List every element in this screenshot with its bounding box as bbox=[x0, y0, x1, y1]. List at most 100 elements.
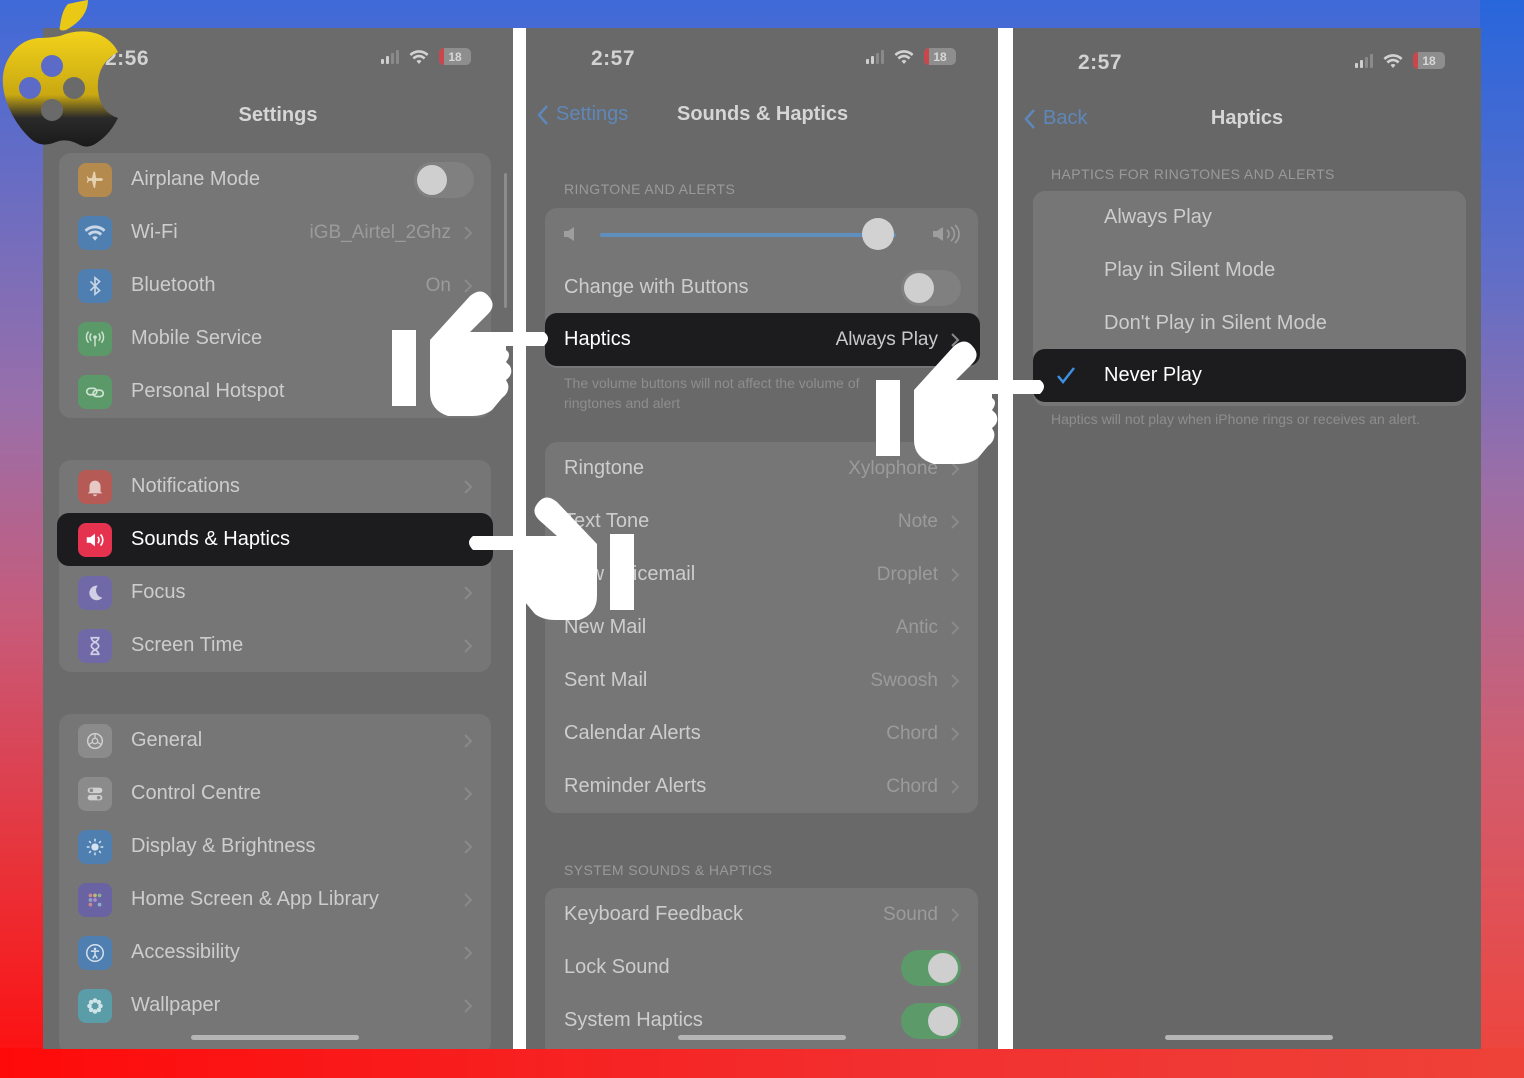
chevron-right-icon bbox=[951, 779, 960, 794]
speaker-high-icon bbox=[933, 224, 960, 244]
battery-icon: 18 bbox=[924, 48, 956, 65]
section-footer: The volume buttons will not affect the v… bbox=[564, 375, 860, 411]
battery-level: 18 bbox=[933, 49, 947, 64]
chevron-right-icon bbox=[951, 620, 960, 635]
change-with-buttons-row[interactable]: Change with Buttons bbox=[545, 261, 978, 314]
row-label: Home Screen & App Library bbox=[131, 888, 379, 910]
flower-icon bbox=[78, 988, 112, 1023]
settings-row-accessibility[interactable]: Accessibility bbox=[59, 926, 491, 979]
row-label: Control Centre bbox=[131, 782, 262, 804]
tone-row-reminder-alerts[interactable]: Reminder Alerts Chord bbox=[545, 760, 978, 813]
page-title: Haptics bbox=[1210, 107, 1284, 129]
row-label: Mobile Service bbox=[131, 327, 263, 349]
settings-row-home-screen[interactable]: Home Screen & App Library bbox=[59, 873, 491, 926]
chevron-right-icon bbox=[951, 514, 960, 529]
pointing-hand-right-icon bbox=[392, 288, 552, 418]
settings-row-screen-time[interactable]: Screen Time bbox=[59, 619, 491, 672]
chevron-right-icon bbox=[464, 638, 473, 653]
option-always-play[interactable]: Always Play bbox=[1033, 191, 1466, 244]
settings-row-wallpaper[interactable]: Wallpaper bbox=[59, 979, 491, 1032]
row-label: Display & Brightness bbox=[131, 835, 316, 857]
change-with-buttons-toggle[interactable] bbox=[901, 269, 961, 306]
row-label: Reminder Alerts bbox=[564, 775, 707, 797]
option-label: Play in Silent Mode bbox=[1104, 259, 1276, 281]
row-label: Wallpaper bbox=[131, 994, 221, 1016]
row-value: Antic bbox=[895, 616, 938, 638]
chevron-right-icon bbox=[464, 786, 473, 801]
option-never-play[interactable]: Never Play bbox=[1033, 349, 1466, 402]
general-group: General Control Centre Display & Brightn… bbox=[59, 714, 491, 1049]
back-button[interactable]: Settings bbox=[536, 103, 628, 126]
row-value: Droplet bbox=[876, 563, 938, 585]
row-label: Bluetooth bbox=[131, 274, 216, 296]
settings-row-sounds-haptics[interactable]: Sounds & Haptics bbox=[57, 513, 493, 566]
battery-level: 18 bbox=[1422, 53, 1436, 68]
settings-row-general[interactable]: General bbox=[59, 714, 491, 767]
option-label: Never Play bbox=[1104, 364, 1202, 386]
row-value: iGB_Airtel_2Ghz bbox=[309, 221, 451, 243]
volume-slider-thumb[interactable] bbox=[862, 218, 895, 250]
section-header-haptics: HAPTICS FOR RINGTONES AND ALERTS bbox=[1051, 166, 1335, 182]
settings-row-display-brightness[interactable]: Display & Brightness bbox=[59, 820, 491, 873]
lock-sound-toggle[interactable] bbox=[901, 949, 961, 986]
airplane-mode-toggle[interactable] bbox=[414, 161, 474, 198]
status-time: 2:57 bbox=[1078, 51, 1123, 74]
tone-row-calendar-alerts[interactable]: Calendar Alerts Chord bbox=[545, 707, 978, 760]
status-time: 2:57 bbox=[591, 47, 636, 70]
chevron-right-icon bbox=[951, 673, 960, 688]
tone-row-sent-mail[interactable]: Sent Mail Swoosh bbox=[545, 654, 978, 707]
row-value: Sound bbox=[883, 903, 938, 925]
row-label: Sent Mail bbox=[564, 669, 648, 691]
checkmark-icon bbox=[1057, 366, 1075, 384]
settings-row-notifications[interactable]: Notifications bbox=[59, 460, 491, 513]
settings-row-focus[interactable]: Focus bbox=[59, 566, 491, 619]
haptics-footer: Haptics will not play when iPhone rings … bbox=[1051, 411, 1420, 427]
cellular-signal-icon bbox=[381, 49, 399, 64]
settings-row-wifi[interactable]: Wi-Fi iGB_Airtel_2Ghz bbox=[59, 206, 491, 259]
settings-row-control-centre[interactable]: Control Centre bbox=[59, 767, 491, 820]
option-play-in-silent-mode[interactable]: Play in Silent Mode bbox=[1033, 244, 1466, 297]
switches-icon bbox=[78, 776, 112, 811]
cellular-signal-icon bbox=[866, 49, 884, 64]
chevron-right-icon bbox=[464, 839, 473, 854]
settings-row-airplane-mode[interactable]: Airplane Mode bbox=[59, 153, 491, 206]
chevron-right-icon bbox=[464, 733, 473, 748]
row-label: Change with Buttons bbox=[564, 276, 749, 298]
row-label: Lock Sound bbox=[564, 956, 670, 978]
pointing-hand-right-icon bbox=[876, 336, 1048, 466]
cellular-signal-icon bbox=[1355, 53, 1373, 68]
row-label: Keyboard Feedback bbox=[564, 903, 744, 925]
notifications-group: Notifications Sounds & Haptics Focus Scr… bbox=[57, 460, 493, 672]
row-label: Notifications bbox=[131, 475, 240, 497]
volume-slider-track[interactable] bbox=[600, 233, 896, 237]
chevron-right-icon bbox=[951, 907, 960, 922]
home-indicator[interactable] bbox=[191, 1035, 359, 1040]
moon-icon bbox=[78, 575, 112, 610]
chevron-right-icon bbox=[464, 998, 473, 1013]
chevron-left-icon bbox=[537, 104, 548, 125]
hotspot-link-icon bbox=[78, 374, 112, 409]
row-value: Note bbox=[897, 510, 938, 532]
row-label: System Haptics bbox=[564, 1009, 703, 1031]
section-header-ringtone-alerts: RINGTONE AND ALERTS bbox=[564, 181, 736, 197]
bell-icon bbox=[78, 469, 112, 504]
battery-level: 18 bbox=[448, 49, 462, 64]
row-value: Chord bbox=[886, 775, 938, 797]
wifi-status-icon bbox=[1383, 53, 1403, 68]
home-indicator[interactable] bbox=[1165, 1035, 1333, 1040]
gear-icon bbox=[78, 723, 112, 758]
chevron-right-icon bbox=[464, 945, 473, 960]
chevron-right-icon bbox=[464, 225, 473, 240]
option-dont-play-in-silent-mode[interactable]: Don't Play in Silent Mode bbox=[1033, 297, 1466, 350]
chevron-right-icon bbox=[464, 892, 473, 907]
keyboard-feedback-row[interactable]: Keyboard Feedback Sound bbox=[545, 888, 978, 941]
lock-sound-row[interactable]: Lock Sound bbox=[545, 941, 978, 994]
row-label: Ringtone bbox=[564, 457, 645, 479]
row-label: Screen Time bbox=[131, 634, 244, 656]
haptics-screen: 2:57 18 Back Haptics HAPTICS FOR RINGTON… bbox=[1013, 28, 1481, 1049]
bluetooth-icon bbox=[78, 268, 112, 303]
home-indicator[interactable] bbox=[678, 1035, 846, 1040]
row-label: Focus bbox=[131, 581, 186, 603]
row-label: Airplane Mode bbox=[131, 168, 260, 190]
system-haptics-toggle[interactable] bbox=[901, 1002, 961, 1039]
